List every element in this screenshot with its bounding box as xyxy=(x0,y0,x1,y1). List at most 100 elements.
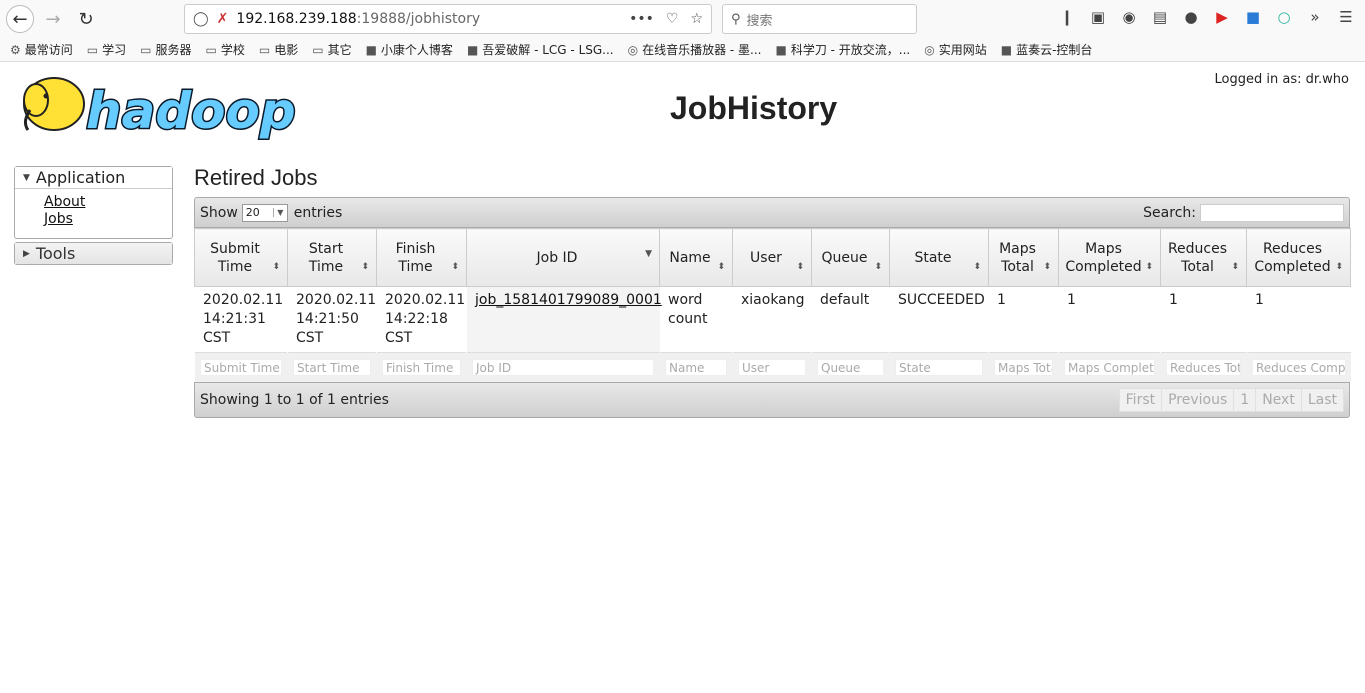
table-controls: Show 20 ▼ entries Search: xyxy=(194,197,1350,228)
pager-button[interactable]: 1 xyxy=(1233,388,1257,412)
insecure-lock-icon: ✗ xyxy=(216,11,229,27)
table-cell: 2020.02.11 14:21:31 CST xyxy=(203,292,284,346)
menu-icon[interactable]: ☰ xyxy=(1337,8,1355,26)
column-filter-input[interactable]: Maps Completed xyxy=(1064,359,1155,376)
library-icon[interactable]: ❙ xyxy=(1058,8,1076,26)
table-footer: Showing 1 to 1 of 1 entries First Previou… xyxy=(194,382,1350,418)
zotero-icon[interactable]: ■ xyxy=(1244,8,1262,26)
table-cell: 2020.02.11 14:22:18 CST xyxy=(385,292,466,346)
bookmark-item[interactable]: ▭ 学校 xyxy=(206,41,245,58)
bookmark-item[interactable]: ■ 科学刀 - 开放交流，... xyxy=(776,41,911,58)
column-filter-input[interactable]: State xyxy=(895,359,983,376)
sort-icon: ⬍ xyxy=(361,262,369,272)
browser-toolbar: ← → ↻ ◯ ✗ 192.168.239.188:19888/jobhisto… xyxy=(0,0,1365,38)
table-cell: 1 xyxy=(1255,292,1264,308)
tools-header[interactable]: ▶ Tools xyxy=(15,243,172,264)
table-cell: 1 xyxy=(997,292,1006,308)
pager-button[interactable]: Last xyxy=(1300,388,1344,412)
pager-button[interactable]: Previous xyxy=(1161,388,1235,412)
shield-icon: ◯ xyxy=(193,11,209,27)
column-filter-input[interactable]: Start Time xyxy=(293,359,371,376)
column-header[interactable]: Start Time ⬍ xyxy=(287,228,377,287)
bookmark-item[interactable]: ⚙ 最常访问 xyxy=(10,41,73,58)
jobs-link[interactable]: Jobs xyxy=(44,211,172,228)
account-icon[interactable]: ● xyxy=(1182,8,1200,26)
column-header[interactable]: Submit Time ⬍ xyxy=(194,228,288,287)
column-header[interactable]: Maps Total ⬍ xyxy=(988,228,1059,287)
bookmarks-bar: ⚙ 最常访问 ▭ 学习 ▭ 服务器 ▭ 学校 ▭ 电影 ▭ 其它 ■ 小康个人博客 ■ 吾爱破解 - LCG … xyxy=(0,38,1365,62)
job-id-link[interactable]: job_1581401799089_0001 xyxy=(475,292,662,308)
sort-icon: ⬍ xyxy=(717,262,725,272)
search-placeholder: 搜索 xyxy=(746,13,773,29)
pager-button[interactable]: Next xyxy=(1255,388,1302,412)
column-header[interactable]: User ⬍ xyxy=(732,228,812,287)
application-header[interactable]: ▼ Application xyxy=(15,167,172,189)
chat-icon[interactable]: ◉ xyxy=(1120,8,1138,26)
video-icon[interactable]: ▶ xyxy=(1213,8,1231,26)
column-filter-input[interactable]: Reduces Completed xyxy=(1252,359,1346,376)
bookmark-item[interactable]: ▭ 学习 xyxy=(87,41,126,58)
table-cell: default xyxy=(820,292,870,308)
overflow-icon[interactable]: » xyxy=(1306,8,1324,26)
column-filter-input[interactable]: Finish Time xyxy=(382,359,461,376)
column-filter-input[interactable]: User xyxy=(738,359,806,376)
bookmark-item[interactable]: ▭ 其它 xyxy=(312,41,351,58)
column-filter-input[interactable]: Maps Total xyxy=(994,359,1053,376)
pager-button[interactable]: First xyxy=(1118,388,1163,412)
translate-icon[interactable]: ○ xyxy=(1275,8,1293,26)
column-filter-input[interactable]: Queue xyxy=(817,359,884,376)
entries-length-select[interactable]: 20 ▼ xyxy=(241,203,288,222)
reload-button[interactable]: ↻ xyxy=(72,5,100,33)
column-header[interactable]: Reduces Total ⬍ xyxy=(1160,228,1247,287)
page-actions-icon[interactable]: ••• xyxy=(629,11,654,27)
site-icon: ■ xyxy=(466,42,479,57)
bookmark-item[interactable]: ▭ 电影 xyxy=(259,41,298,58)
column-header[interactable]: Reduces Completed ⬍ xyxy=(1246,228,1351,287)
about-link[interactable]: About xyxy=(44,194,172,211)
forward-button[interactable]: → xyxy=(39,5,67,33)
folder-icon: ▭ xyxy=(86,42,99,57)
search-bar[interactable]: ⚲ 搜索 xyxy=(722,4,917,34)
url-path: :19888/jobhistory xyxy=(356,11,481,27)
column-header[interactable]: Queue ⬍ xyxy=(811,228,890,287)
column-header[interactable]: Job ID ▼ xyxy=(466,228,660,287)
site-icon: ■ xyxy=(365,42,377,57)
bookmark-item[interactable]: ◎ 在线音乐播放器 - 墨... xyxy=(628,41,762,58)
gear-icon: ⚙ xyxy=(10,42,21,57)
column-header[interactable]: Name ⬍ xyxy=(659,228,733,287)
column-header[interactable]: State ⬍ xyxy=(889,228,989,287)
pagination: First Previous 1 Next Last xyxy=(1118,388,1344,412)
reader-icon[interactable]: ▤ xyxy=(1151,8,1169,26)
bookmark-star-icon[interactable]: ☆ xyxy=(690,11,703,27)
table-search-input[interactable] xyxy=(1200,203,1344,222)
table-cell: word count xyxy=(668,292,708,327)
crop-icon[interactable]: ▣ xyxy=(1089,8,1107,26)
main-content: Retired Jobs Show 20 ▼ entries Search: Su… xyxy=(194,165,1351,418)
sort-icon: ⬍ xyxy=(874,262,882,272)
bookmark-item[interactable]: ■ 小康个人博客 xyxy=(366,41,453,58)
bookmark-item[interactable]: ▭ 服务器 xyxy=(140,41,191,58)
sidebar: ▼ Application About Jobs ▶ Tools xyxy=(14,166,173,268)
section-heading: Retired Jobs xyxy=(194,165,318,190)
triangle-right-icon: ▶ xyxy=(23,248,30,259)
globe-icon: ◎ xyxy=(924,42,935,57)
column-filter-input[interactable]: Submit Time xyxy=(200,359,282,376)
address-bar[interactable]: ◯ ✗ 192.168.239.188:19888/jobhistory •••… xyxy=(184,4,712,34)
bookmark-item[interactable]: ■ 吾爱破解 - LCG - LSG... xyxy=(467,41,614,58)
folder-icon: ▭ xyxy=(258,42,271,57)
back-button[interactable]: ← xyxy=(6,5,34,33)
column-filter-input[interactable]: Job ID xyxy=(472,359,654,376)
column-filter-input[interactable]: Reduces Total xyxy=(1166,359,1241,376)
url-host: 192.168.239.188 xyxy=(236,11,357,27)
page-title: JobHistory xyxy=(670,90,838,126)
column-header[interactable]: Maps Completed ⬍ xyxy=(1058,228,1161,287)
logged-in-status: Logged in as: dr.who xyxy=(1214,72,1349,87)
pocket-icon[interactable]: ♡ xyxy=(666,11,679,27)
column-filter-input[interactable]: Name xyxy=(665,359,727,376)
site-icon: ■ xyxy=(775,42,787,57)
column-header[interactable]: Finish Time ⬍ xyxy=(376,228,467,287)
application-section: ▼ Application About Jobs xyxy=(14,166,173,239)
bookmark-item[interactable]: ◎ 实用网站 xyxy=(924,41,987,58)
bookmark-item[interactable]: ■ 蓝奏云-控制台 xyxy=(1001,41,1093,58)
table-info: Showing 1 to 1 of 1 entries xyxy=(200,392,389,408)
